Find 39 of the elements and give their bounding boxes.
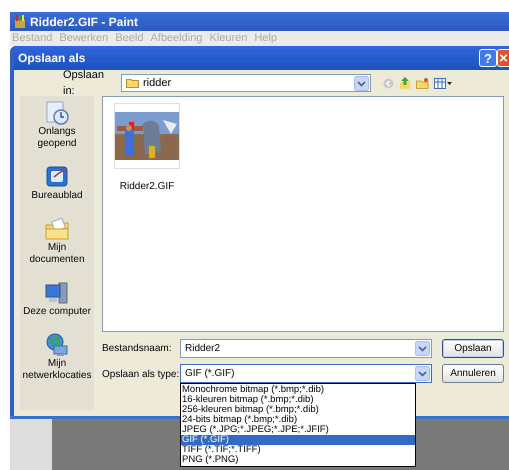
filetype-option[interactable]: GIF (*.GIF) xyxy=(181,435,415,445)
filetype-dropdown[interactable]: GIF (*.GIF) xyxy=(180,364,432,383)
view-menu-icon[interactable] xyxy=(434,78,452,88)
location-value: ridder xyxy=(143,76,172,91)
dialog-button[interactable]: Annuleren xyxy=(442,364,504,383)
filetype-option[interactable]: 16-kleuren bitmap (*.bmp;*.dib) xyxy=(181,395,415,405)
filetype-option[interactable]: PNG (*.PNG) xyxy=(181,455,415,465)
filetype-option[interactable]: 24-bits bitmap (*.bmp;*.dib) xyxy=(181,415,415,425)
filename-label: Bestandsnaam: xyxy=(102,342,172,356)
filetype-option[interactable]: Monochrome bitmap (*.bmp;*.dib) xyxy=(181,385,415,395)
new-folder-icon[interactable] xyxy=(416,78,429,88)
clock-document-icon xyxy=(44,100,70,126)
places-item[interactable]: Onlangs geopend xyxy=(20,100,94,150)
filename-value: Ridder2 xyxy=(185,342,222,356)
close-button[interactable]: × xyxy=(497,49,509,67)
up-folder-icon[interactable] xyxy=(399,77,411,89)
filename-field[interactable]: Ridder2 xyxy=(180,339,432,358)
filetype-option[interactable]: TIFF (*.TIF;*.TIFF) xyxy=(181,445,415,455)
filetype-label: Opslaan als type: xyxy=(102,368,180,382)
filetype-option[interactable]: JPEG (*.JPG;*.JPEG;*.JPE;*.JFIF) xyxy=(181,425,415,435)
help-button[interactable]: ? xyxy=(479,49,497,67)
places-item[interactable]: Mijn documenten xyxy=(20,216,94,266)
dialog-button[interactable]: Opslaan xyxy=(442,339,504,358)
folder-icon xyxy=(126,78,139,88)
location-dropdown[interactable]: ridder xyxy=(121,74,371,92)
dialog-title: Opslaan als xyxy=(18,50,86,67)
location-label: Opslaan in: xyxy=(63,68,105,99)
places-item[interactable]: Bureaublad xyxy=(20,164,94,202)
window-title: Ridder2.GIF - Paint xyxy=(30,14,138,30)
file-name[interactable]: Ridder2.GIF xyxy=(120,179,174,194)
filetype-value: GIF (*.GIF) xyxy=(185,367,236,381)
computer-icon xyxy=(44,280,70,306)
filetype-option[interactable]: 256-kleuren bitmap (*.bmp;*.dib) xyxy=(181,405,415,415)
paint-brushes-icon xyxy=(14,14,26,28)
workspace-edge xyxy=(10,419,52,470)
places-item[interactable]: Deze computer xyxy=(20,280,94,318)
places-item[interactable]: Mijn netwerklocaties xyxy=(20,332,94,382)
file-thumbnail[interactable] xyxy=(114,103,180,169)
network-globe-icon xyxy=(44,332,70,358)
